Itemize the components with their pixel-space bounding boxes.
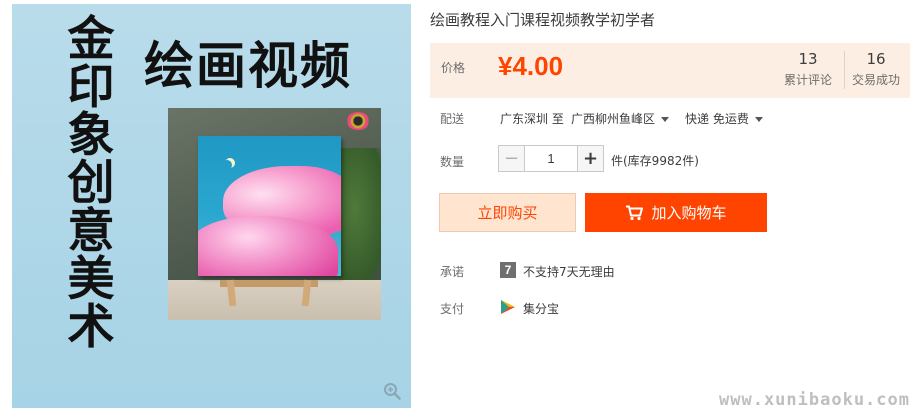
cart-icon: [626, 205, 644, 220]
shipping-destination: 广西柳州鱼峰区: [571, 112, 656, 126]
painting-photo: [168, 108, 381, 320]
promise-label: 承诺: [440, 265, 465, 279]
quantity-stepper: − +: [498, 145, 604, 172]
price-label: 价格: [441, 61, 466, 75]
canvas-painting: [198, 136, 341, 276]
price-value: ¥4.00: [498, 51, 564, 81]
stock-text: 件(库存9982件): [611, 154, 699, 168]
vertical-title-char: 印: [67, 60, 115, 115]
buy-now-label: 立即购买: [477, 204, 538, 222]
vertical-title-char: 美: [67, 252, 115, 307]
seven-day-icon: 7: [500, 262, 516, 278]
add-to-cart-label: 加入购物车: [651, 204, 727, 222]
quantity-input[interactable]: [525, 146, 577, 171]
vertical-title-char: 意: [67, 204, 115, 259]
reviews-count: 13: [798, 50, 818, 68]
product-main-image[interactable]: 金 印 象 创 意 美 术 绘画视频: [12, 4, 411, 408]
vertical-title-char: 象: [67, 108, 115, 163]
price-box: 价格 ¥4.00 13 累计评论 16 交易成功: [430, 43, 910, 98]
vertical-title-char: 金: [67, 12, 115, 67]
easel: [214, 279, 324, 307]
sold-stat: 16 交易成功: [846, 50, 906, 89]
reviews-label: 累计评论: [783, 73, 832, 87]
increase-quantity-button[interactable]: +: [577, 146, 603, 171]
shipping-from: 广东深圳 至: [500, 112, 564, 126]
sold-count: 16: [866, 50, 886, 68]
vertical-title-char: 创: [67, 156, 115, 211]
decrease-quantity-button[interactable]: −: [499, 146, 525, 171]
reviews-stat[interactable]: 13 累计评论: [778, 50, 838, 89]
shipping-method-select[interactable]: 快递 免运费: [685, 110, 763, 127]
jifenbao-icon: [501, 300, 515, 314]
chevron-down-icon: [661, 117, 670, 122]
promise-text: 不支持7天无理由: [523, 265, 615, 279]
divider: [844, 51, 845, 89]
vertical-title-char: 术: [67, 300, 115, 355]
shipping-label: 配送: [440, 112, 465, 126]
sold-label: 交易成功: [851, 73, 900, 87]
watermark: www.xunibaoku.com: [719, 390, 910, 410]
buy-now-button[interactable]: 立即购买: [439, 193, 576, 232]
add-to-cart-button[interactable]: 加入购物车: [585, 193, 767, 232]
shipping-method: 快递 免运费: [685, 112, 749, 126]
payment-method: 集分宝: [523, 302, 560, 316]
eye-logo-icon: [346, 112, 370, 130]
chevron-down-icon: [754, 117, 763, 122]
shipping-destination-select[interactable]: 广西柳州鱼峰区: [571, 110, 670, 127]
moon-icon: [222, 160, 232, 170]
payment-label: 支付: [440, 302, 465, 316]
magnifier-icon[interactable]: [383, 382, 401, 400]
product-title: 绘画教程入门课程视频教学初学者: [430, 11, 656, 29]
vertical-title: 金 印 象 创 意 美 术: [62, 16, 120, 352]
quantity-label: 数量: [440, 155, 465, 169]
image-main-title: 绘画视频: [144, 37, 352, 95]
